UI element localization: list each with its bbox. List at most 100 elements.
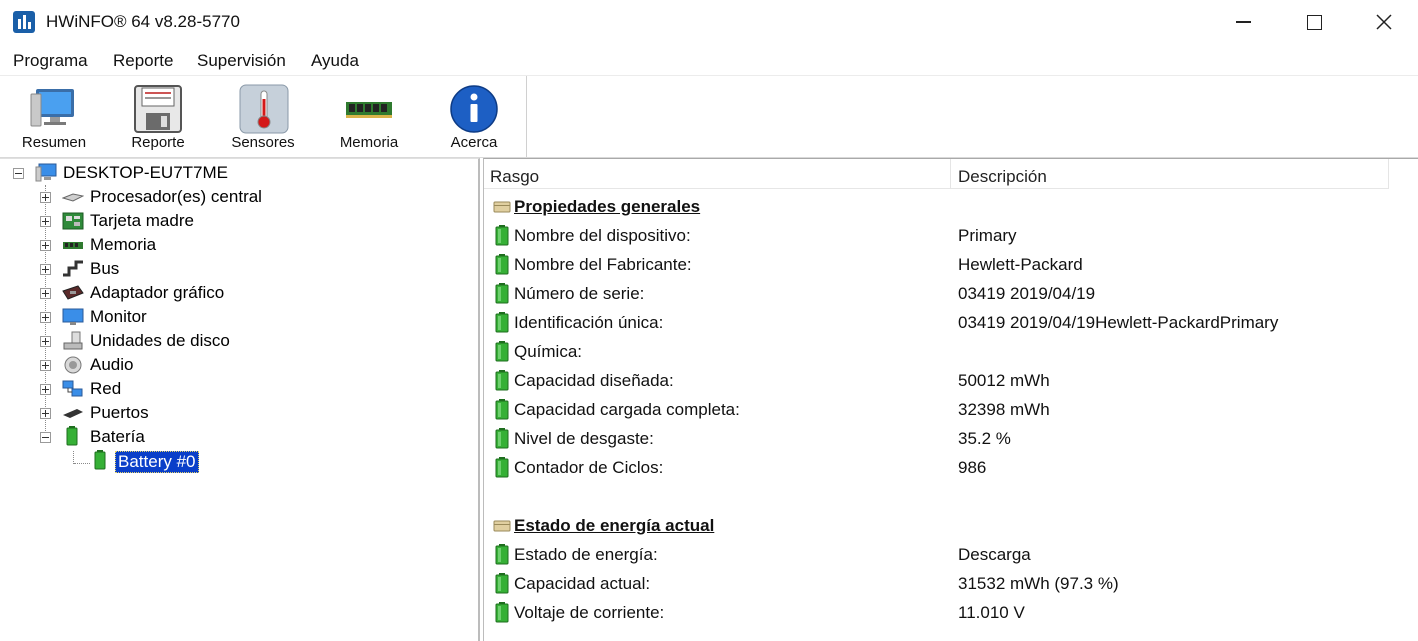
- row-feature: Nombre del Fabricante:: [514, 255, 692, 274]
- battery-icon: [495, 399, 509, 420]
- expand-toggle[interactable]: [40, 384, 51, 395]
- expand-toggle[interactable]: [40, 336, 51, 347]
- reporte-button[interactable]: Reporte: [118, 76, 198, 157]
- row-description: 03419 2019/04/19Hewlett-PackardPrimary: [958, 313, 1279, 332]
- table-row[interactable]: Nombre del dispositivo: Primary: [484, 221, 1418, 250]
- row-feature: Contador de Ciclos:: [514, 458, 664, 477]
- battery-icon: [94, 450, 106, 470]
- battery-icon: [495, 370, 509, 391]
- table-row[interactable]: Capacidad diseñada: 50012 mWh: [484, 366, 1418, 395]
- menu-programa[interactable]: Programa: [13, 51, 88, 71]
- tree-root-label[interactable]: DESKTOP-EU7T7ME: [63, 163, 228, 183]
- maximize-icon: [1306, 14, 1322, 30]
- column-header-feature[interactable]: Rasgo: [484, 159, 950, 189]
- table-row[interactable]: Contador de Ciclos: 986: [484, 453, 1418, 482]
- sensores-button[interactable]: Sensores: [223, 76, 303, 157]
- menu-supervision[interactable]: Supervisión: [197, 51, 286, 71]
- row-feature: Nombre del dispositivo:: [514, 226, 691, 245]
- memoria-button[interactable]: Memoria: [329, 76, 409, 157]
- tree-item-memory[interactable]: Memoria: [90, 235, 156, 255]
- disk-drive-icon: [63, 331, 83, 350]
- expand-toggle[interactable]: [40, 360, 51, 371]
- tree-item-processor[interactable]: Procesador(es) central: [90, 187, 262, 207]
- table-row[interactable]: Número de serie: 03419 2019/04/19: [484, 279, 1418, 308]
- row-feature: Identificación única:: [514, 313, 664, 332]
- network-icon: [62, 380, 83, 397]
- section-header-row[interactable]: Estado de energía actual: [484, 511, 1418, 540]
- row-description: 32398 mWh: [958, 400, 1050, 419]
- expand-toggle[interactable]: [40, 240, 51, 251]
- battery-icon: [66, 426, 78, 446]
- row-feature: Capacidad actual:: [514, 574, 651, 593]
- section-icon: [493, 201, 511, 213]
- close-button[interactable]: [1349, 0, 1418, 44]
- section-title: Propiedades generales: [514, 197, 701, 216]
- table-row[interactable]: Nombre del Fabricante: Hewlett-Packard: [484, 250, 1418, 279]
- tree-item-motherboard[interactable]: Tarjeta madre: [90, 211, 194, 231]
- expand-toggle[interactable]: [40, 312, 51, 323]
- memory-icon: [63, 242, 83, 249]
- table-row[interactable]: Capacidad actual: 31532 mWh (97.3 %): [484, 569, 1418, 598]
- tree-item-bus[interactable]: Bus: [90, 259, 119, 279]
- sensores-label: Sensores: [231, 134, 295, 151]
- expand-toggle[interactable]: [40, 264, 51, 275]
- table-row[interactable]: Identificación única: 03419 2019/04/19Hew…: [484, 308, 1418, 337]
- battery-icon: [495, 457, 509, 478]
- row-description: Descarga: [958, 545, 1031, 564]
- tree-item-monitor[interactable]: Monitor: [90, 307, 147, 327]
- hwinfo-app-icon[interactable]: [13, 11, 35, 33]
- table-row[interactable]: Química:: [484, 337, 1418, 366]
- root-collapse-toggle[interactable]: [13, 168, 24, 179]
- acerca-button[interactable]: Acerca: [434, 76, 514, 157]
- table-row[interactable]: Capacidad cargada completa: 32398 mWh: [484, 395, 1418, 424]
- battery-icon: [495, 428, 509, 449]
- tree-item-battery-0[interactable]: Battery #0: [115, 451, 199, 473]
- tree-item-network[interactable]: Red: [90, 379, 121, 399]
- collapse-toggle[interactable]: [40, 432, 51, 443]
- toolbar-divider: [526, 76, 527, 157]
- row-description: Hewlett-Packard: [958, 255, 1083, 274]
- row-feature: Química:: [514, 342, 583, 361]
- maximize-button[interactable]: [1279, 0, 1349, 44]
- expand-toggle[interactable]: [40, 408, 51, 419]
- minimize-button[interactable]: [1208, 0, 1278, 44]
- menu-ayuda[interactable]: Ayuda: [311, 51, 359, 71]
- bus-icon: [63, 260, 83, 277]
- resumen-label: Resumen: [21, 134, 87, 151]
- column-divider[interactable]: [1388, 159, 1389, 189]
- table-row[interactable]: Nivel de desgaste: 35.2 %: [484, 424, 1418, 453]
- column-header-description[interactable]: Descripción: [951, 159, 1388, 189]
- acerca-label: Acerca: [450, 134, 498, 151]
- row-description: Primary: [958, 226, 1017, 245]
- reporte-label: Reporte: [131, 134, 185, 151]
- title-bar: HWiNFO® 64 v8.28-5770: [0, 0, 1418, 44]
- floppy-disk-icon: [134, 85, 182, 133]
- row-description: 31532 mWh (97.3 %): [958, 574, 1119, 593]
- table-row[interactable]: Voltaje de corriente: 11.010 V: [484, 598, 1418, 627]
- tree-item-disk[interactable]: Unidades de disco: [90, 331, 230, 351]
- minimize-icon: [1235, 21, 1251, 23]
- expand-toggle[interactable]: [40, 288, 51, 299]
- memoria-label: Memoria: [339, 134, 399, 151]
- row-feature: Voltaje de corriente:: [514, 603, 665, 622]
- menu-reporte[interactable]: Reporte: [113, 51, 173, 71]
- tree-item-graphics[interactable]: Adaptador gráfico: [90, 283, 224, 303]
- tree-item-audio[interactable]: Audio: [90, 355, 133, 375]
- toolbar: Resumen Reporte Sensores Memoria Acerca: [0, 76, 1418, 158]
- info-icon: [450, 85, 498, 133]
- table-row[interactable]: Estado de energía: Descarga: [484, 540, 1418, 569]
- row-description: 50012 mWh: [958, 371, 1050, 390]
- expand-toggle[interactable]: [40, 216, 51, 227]
- window-title: HWiNFO® 64 v8.28-5770: [46, 12, 240, 31]
- battery-icon: [495, 573, 509, 594]
- device-tree[interactable]: DESKTOP-EU7T7ME Procesador(es) central T…: [0, 158, 480, 641]
- tree-item-ports[interactable]: Puertos: [90, 403, 149, 423]
- tree-item-battery[interactable]: Batería: [90, 427, 145, 447]
- section-title: Estado de energía actual: [514, 516, 715, 535]
- motherboard-icon: [62, 212, 84, 230]
- row-description: 35.2 %: [958, 429, 1011, 448]
- details-panel: Rasgo Descripción Propiedades generales …: [483, 158, 1418, 641]
- resumen-button[interactable]: Resumen: [14, 76, 94, 157]
- expand-toggle[interactable]: [40, 192, 51, 203]
- section-header-row[interactable]: Propiedades generales: [484, 192, 1418, 221]
